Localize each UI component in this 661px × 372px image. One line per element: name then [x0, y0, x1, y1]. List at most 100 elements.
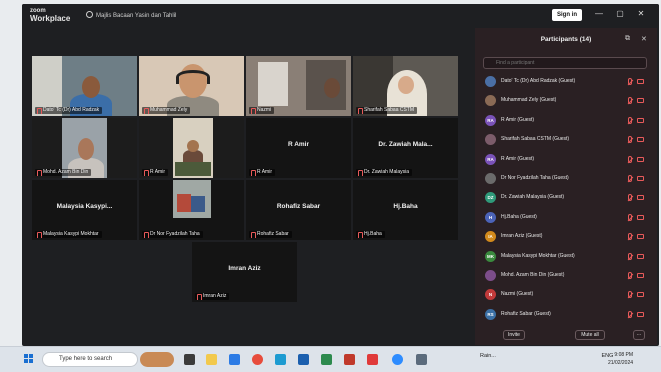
participant-row[interactable]: Dato' Tc (Dr) Abd Radzak (Guest)	[483, 73, 653, 92]
mic-muted-icon	[628, 174, 632, 182]
avatar	[485, 76, 496, 87]
mic-muted-icon	[628, 310, 632, 318]
avatar: RA	[485, 114, 496, 126]
participant-row[interactable]: IA Imran Aziz (Guest)	[483, 228, 653, 247]
app-logo: zoom Workplace	[30, 7, 70, 23]
participant-row[interactable]: RA R Amir (Guest)	[483, 151, 653, 170]
video-tile[interactable]: R Amir R Amir	[246, 118, 351, 178]
participants-panel: Participants (14) ⧉ ✕ Dato' Tc (Dr) Abd …	[475, 28, 657, 345]
meeting-info[interactable]: Majlis Bacaan Yasin dan Tahlil	[86, 11, 176, 19]
tile-name-label: Nazmi	[249, 107, 275, 114]
participant-name: Malaysia Kasypi Mokhtar (Guest)	[501, 252, 575, 259]
video-off-icon	[637, 214, 644, 220]
video-tile[interactable]: Sharifah Sabaa CSTM	[353, 56, 458, 116]
excel-icon[interactable]	[321, 354, 332, 365]
search-highlight-image[interactable]	[140, 352, 174, 367]
mic-muted-icon	[628, 116, 632, 124]
video-tile[interactable]: Rohafiz Sabar Rohafiz Sabar	[246, 180, 351, 240]
close-panel-icon[interactable]: ✕	[641, 35, 647, 43]
tile-name-label: Sharifah Sabaa CSTM	[356, 107, 418, 114]
tile-name-label: R Amir	[142, 169, 168, 176]
weather-text[interactable]: Rain...	[480, 353, 496, 359]
participant-name: Imran Aziz (Guest)	[501, 233, 543, 240]
file-explorer-icon[interactable]	[206, 354, 217, 365]
task-view-icon[interactable]	[184, 354, 195, 365]
mic-muted-icon	[628, 291, 632, 299]
video-off-icon	[637, 195, 644, 201]
participant-search-input[interactable]	[483, 57, 647, 69]
powerpoint-icon[interactable]	[344, 354, 355, 365]
mic-muted-icon	[628, 136, 632, 144]
mic-muted-icon	[628, 252, 632, 260]
word-icon[interactable]	[298, 354, 309, 365]
tile-name-label: Muhammad Zely	[142, 107, 191, 114]
meeting-title: Majlis Bacaan Yasin dan Tahlil	[96, 13, 177, 19]
more-button[interactable]: ···	[633, 330, 645, 340]
popout-icon[interactable]: ⧉	[625, 35, 630, 43]
avatar: H	[485, 211, 496, 223]
video-off-icon	[637, 175, 644, 181]
app-taskbar-icon[interactable]	[416, 354, 427, 365]
video-off-icon	[637, 79, 644, 84]
video-tile[interactable]: Dr. Zawiah Mala... Dr. Zawiah Malaysia	[353, 118, 458, 178]
sign-in-button[interactable]: Sign in	[552, 9, 582, 21]
zoom-taskbar-icon[interactable]	[392, 354, 403, 365]
video-tile[interactable]: Imran Aziz Imran Aziz	[192, 242, 297, 302]
taskbar-clock[interactable]: 9:08 PM 21/02/2024	[608, 351, 633, 367]
participant-name: Nazmi (Guest)	[501, 291, 534, 298]
close-button[interactable]: ✕	[634, 9, 648, 18]
tile-display-name: Hj.Baha	[393, 203, 418, 210]
tile-name-label: Imran Aziz	[195, 293, 230, 300]
video-tile[interactable]: Dato' Tc (Dr) Abd Radzak	[32, 56, 137, 116]
avatar: RA	[485, 153, 496, 165]
video-off-icon	[637, 117, 644, 123]
participant-row[interactable]: Sharifah Sabaa CSTM (Guest)	[483, 131, 653, 150]
tile-name-label: Rohafiz Sabar	[249, 231, 292, 238]
acrobat-icon[interactable]	[367, 354, 378, 365]
tile-name-label: R Amir	[249, 169, 275, 176]
participant-row[interactable]: N Nazmi (Guest)	[483, 286, 653, 305]
video-grid: Dato' Tc (Dr) Abd Radzak Muhammad Zely Naz…	[32, 56, 464, 316]
taskbar-search-box[interactable]: Type here to search	[42, 352, 138, 367]
participant-row[interactable]: RA R Amir (Guest)	[483, 112, 653, 131]
video-off-icon	[637, 253, 644, 259]
panel-footer: Invite Mute all ···	[475, 328, 657, 345]
mute-all-button[interactable]: Mute all	[575, 330, 605, 340]
invite-button[interactable]: Invite	[503, 330, 525, 340]
video-tile[interactable]: Hj.Baha Hj.Baha	[353, 180, 458, 240]
video-tile[interactable]: R Amir	[139, 118, 244, 178]
maximize-button[interactable]: ▢	[613, 9, 627, 18]
chrome-icon[interactable]	[252, 354, 263, 365]
participant-row[interactable]: Mohd. Azam Bin Din (Guest)	[483, 267, 653, 286]
participant-row[interactable]: H Hj.Baha (Guest)	[483, 209, 653, 228]
avatar: DZ	[485, 192, 496, 204]
participant-name: R Amir (Guest)	[501, 116, 535, 123]
video-tile[interactable]: Mohd. Azam Bin Din	[32, 118, 137, 178]
windows-start-icon[interactable]	[24, 354, 34, 364]
video-tile[interactable]: Muhammad Zely	[139, 56, 244, 116]
participant-row[interactable]: Dr Nor Fyadzilah Taha (Guest)	[483, 170, 653, 189]
minimize-button[interactable]: —	[592, 9, 606, 18]
participant-row[interactable]: RS Rohafiz Sabar (Guest)	[483, 306, 653, 325]
avatar	[485, 172, 496, 184]
video-tile[interactable]: Nazmi	[246, 56, 351, 116]
edge-icon[interactable]	[275, 354, 286, 365]
mail-icon[interactable]	[229, 354, 240, 365]
mic-muted-icon	[628, 78, 632, 85]
participant-row[interactable]: MK Malaysia Kasypi Mokhtar (Guest)	[483, 248, 653, 267]
participant-name: R Amir (Guest)	[501, 155, 535, 162]
video-off-icon	[637, 98, 644, 104]
mic-muted-icon	[628, 194, 632, 202]
meeting-info-icon	[86, 11, 93, 18]
mic-muted-icon	[628, 155, 632, 163]
video-off-icon	[637, 234, 644, 240]
brand-bottom: Workplace	[30, 14, 71, 23]
video-tile[interactable]: Dr Nor Fyadzilah Taha	[139, 180, 244, 240]
participant-row[interactable]: DZ Dr. Zawiah Malaysia (Guest)	[483, 189, 653, 208]
tile-name-label: Hj.Baha	[356, 231, 385, 238]
video-tile[interactable]: Malaysia Kasypi... Malaysia Kasypi Mokhta…	[32, 180, 137, 240]
video-off-icon	[637, 156, 644, 162]
system-tray: Rain... ENG	[480, 353, 613, 359]
participant-name: Rohafiz Sabar (Guest)	[501, 310, 551, 317]
participant-row[interactable]: Muhammad Zely (Guest)	[483, 92, 653, 111]
